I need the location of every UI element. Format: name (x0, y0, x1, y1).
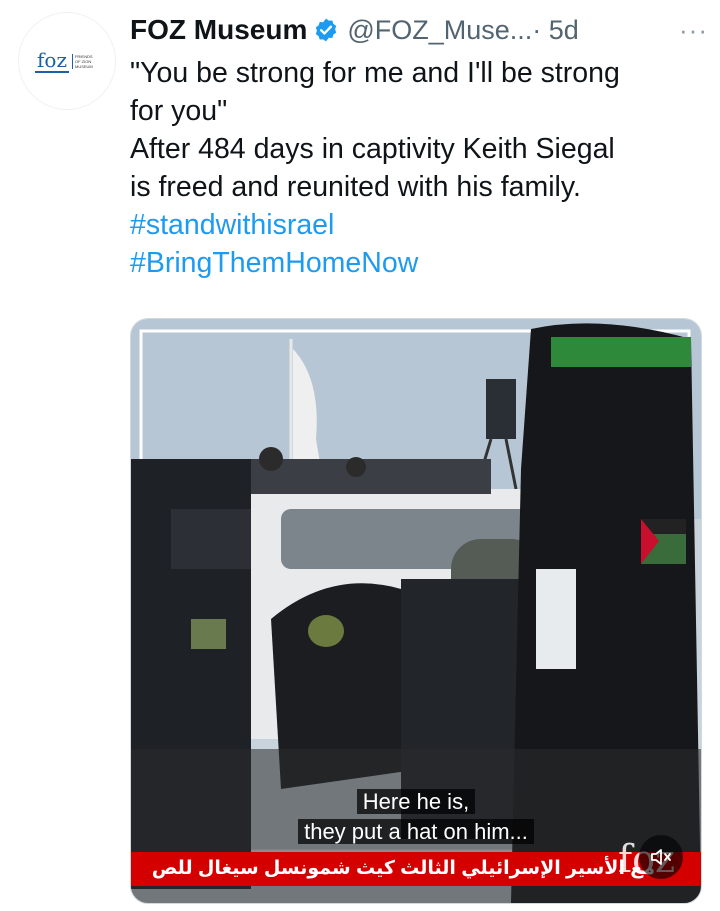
arabic-caption: مع الأسير الإسرائيلي الثالث كيث شمونسل س… (151, 858, 655, 879)
subtitle-line: they put a hat on him... (298, 819, 534, 844)
mute-button[interactable] (639, 835, 683, 879)
logo-text: foz (35, 48, 69, 73)
logo-subtext: FRIENDS OF ZION MUSEUM (71, 53, 99, 69)
arabic-caption-band: مع الأسير الإسرائيلي الثالث كيث شمونسل س… (131, 852, 701, 886)
tweet-header: FOZ Museum @FOZ_Muse... · 5d ··· (130, 10, 708, 50)
author-handle[interactable]: @FOZ_Muse... (347, 15, 532, 46)
tweet-time[interactable]: · 5d (532, 15, 579, 46)
tweet-line: After 484 days in captivity Keith Siegal (130, 133, 615, 165)
hashtag-link[interactable]: #standwithisrael (130, 206, 700, 244)
video-subtitle: Here he is, they put a hat on him... (131, 787, 701, 847)
verified-badge-icon[interactable] (313, 17, 339, 43)
more-icon[interactable]: ··· (679, 15, 708, 46)
author-avatar[interactable]: foz FRIENDS OF ZION MUSEUM (18, 12, 116, 110)
tweet-line: "You be strong for me and I'll be strong (130, 57, 620, 89)
foz-logo: foz FRIENDS OF ZION MUSEUM (35, 49, 99, 73)
speaker-muted-icon (651, 849, 671, 865)
tweet-line: is freed and reunited with his family. (130, 171, 581, 203)
tweet-line: for you" (130, 95, 228, 127)
hashtag-link[interactable]: #BringThemHomeNow (130, 244, 700, 282)
tweet-text: "You be strong for me and I'll be strong… (130, 54, 700, 282)
video-player[interactable]: Here he is, they put a hat on him... مع … (130, 318, 702, 904)
author-name[interactable]: FOZ Museum (130, 14, 307, 46)
subtitle-line: Here he is, (356, 789, 476, 814)
